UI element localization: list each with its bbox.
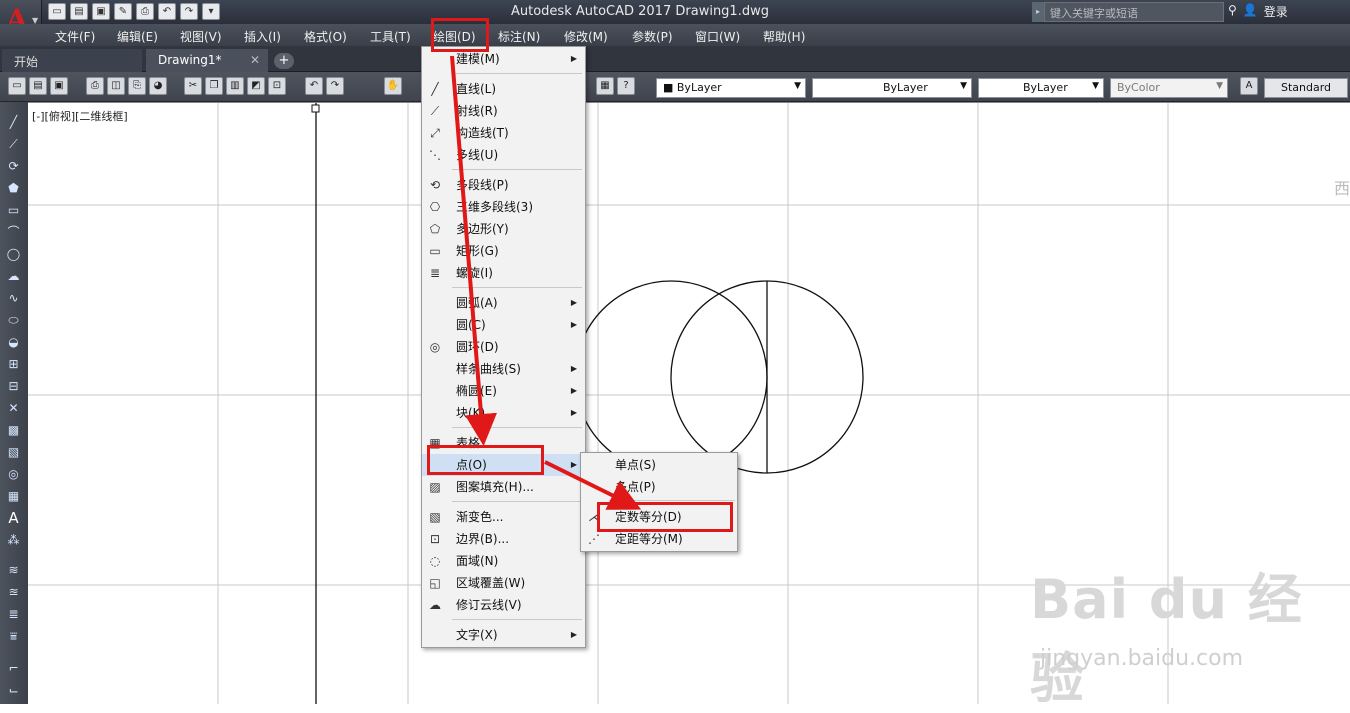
- arrow-to-divide: [544, 460, 642, 510]
- arrow-to-point: [450, 55, 498, 446]
- watermark-url: jingyan.baidu.com: [1040, 646, 1244, 671]
- watermark-logo: Bai du 经验: [1030, 568, 1303, 710]
